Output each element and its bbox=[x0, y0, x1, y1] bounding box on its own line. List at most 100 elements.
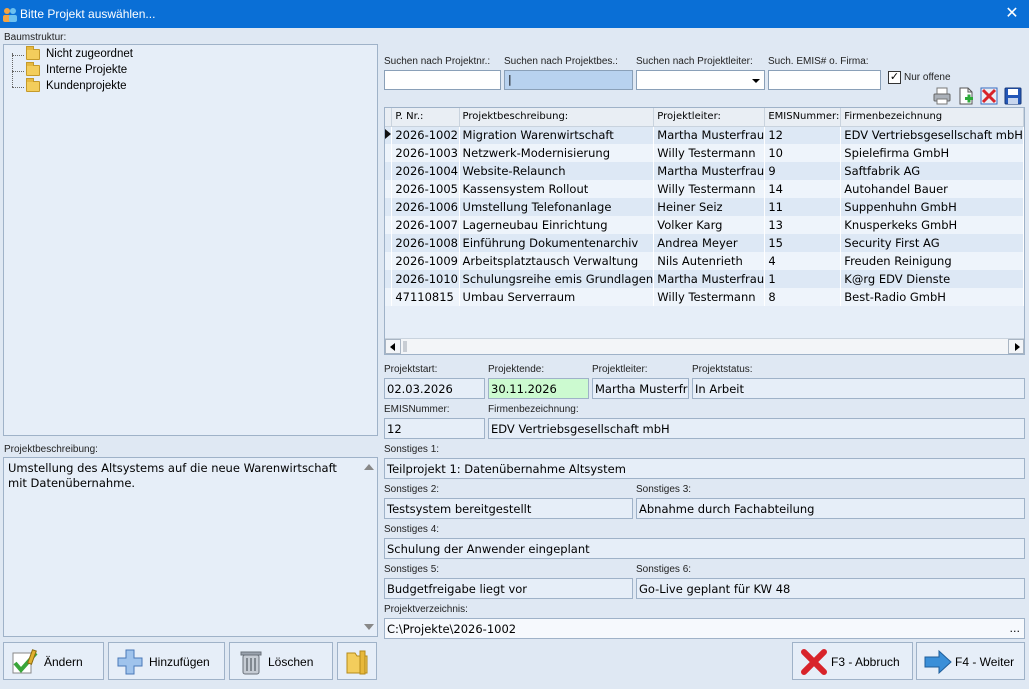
sonstiges5-label: Sonstiges 5: bbox=[384, 564, 440, 575]
projektleiter-field[interactable]: Martha Musterfrau bbox=[592, 378, 689, 399]
row-selector bbox=[385, 180, 393, 198]
projektstart-label: Projektstart: bbox=[384, 364, 438, 375]
sonstiges2-label: Sonstiges 2: bbox=[384, 484, 440, 495]
description-textarea[interactable]: Umstellung des Altsystems auf die neue W… bbox=[3, 457, 378, 637]
print-icon[interactable] bbox=[932, 86, 952, 106]
weiter-button[interactable]: F4 - Weiter bbox=[916, 642, 1025, 680]
projektstart-field[interactable]: 02.03.2026 bbox=[384, 378, 485, 399]
table-row[interactable]: 2026-1008 Einführung Dokumentenarchiv Andr… bbox=[385, 234, 1024, 252]
description-label: Projektbeschreibung: bbox=[4, 444, 98, 455]
projektverzeichnis-label: Projektverzeichnis: bbox=[384, 604, 468, 615]
search-leiter-label: Suchen nach Projektleiter: bbox=[636, 56, 753, 67]
table-row[interactable]: 2026-1006 Umstellung Telefonanlage Heiner … bbox=[385, 198, 1024, 216]
aendern-button[interactable]: Ändern bbox=[3, 642, 104, 680]
search-emis-label: Such. EMIS# o. Firma: bbox=[768, 56, 869, 67]
abbruch-button[interactable]: F3 - Abbruch bbox=[792, 642, 913, 680]
row-selector bbox=[385, 126, 393, 144]
grid-header: P. Nr.: Projektbeschreibung: Projektleit… bbox=[385, 108, 1024, 127]
chevron-down-icon bbox=[752, 79, 760, 83]
folder-icon bbox=[26, 62, 40, 76]
search-nr-input[interactable] bbox=[384, 70, 501, 90]
search-bes-label: Suchen nach Projektbes.: bbox=[504, 56, 618, 67]
save-icon[interactable] bbox=[1003, 86, 1023, 106]
row-pointer-icon bbox=[385, 129, 391, 140]
firma-field[interactable]: EDV Vertriebsgesellschaft mbH bbox=[488, 418, 1025, 439]
emis-label: EMISNummer: bbox=[384, 404, 450, 415]
app-icon bbox=[3, 8, 17, 22]
scroll-left-button[interactable] bbox=[385, 339, 401, 354]
search-emis-input[interactable] bbox=[768, 70, 881, 90]
table-row[interactable]: 2026-1010 Schulungsreihe emis Grundlagen M… bbox=[385, 270, 1024, 288]
column-header-pnr[interactable]: P. Nr.: bbox=[391, 108, 460, 127]
nur-offene-checkbox[interactable]: ✓ bbox=[888, 71, 901, 84]
projektstatus-field[interactable]: In Arbeit bbox=[692, 378, 1025, 399]
folder-button[interactable] bbox=[337, 642, 377, 680]
nur-offene-label: Nur offene bbox=[904, 72, 951, 83]
trash-icon bbox=[240, 651, 262, 675]
row-selector bbox=[385, 216, 393, 234]
table-row[interactable]: 2026-1004 Website-Relaunch Martha Musterfr… bbox=[385, 162, 1024, 180]
emis-field[interactable]: 12 bbox=[384, 418, 485, 439]
sonstiges1-field[interactable]: Teilprojekt 1: Datenübernahme Altsystem bbox=[384, 458, 1025, 479]
folder-icon bbox=[26, 78, 40, 92]
table-row[interactable]: 2026-1003 Netzwerk-Modernisierung Willy Te… bbox=[385, 144, 1024, 162]
table-row[interactable]: 2026-1007 Lagerneubau Einrichtung Volker K… bbox=[385, 216, 1024, 234]
table-row[interactable]: 2026-1005 Kassensystem Rollout Willy Teste… bbox=[385, 180, 1024, 198]
projektverzeichnis-field[interactable]: C:\Projekte\2026-1002 ... bbox=[384, 618, 1025, 639]
folder-open-icon bbox=[346, 650, 368, 675]
grid-corner bbox=[385, 108, 393, 127]
project-grid: P. Nr.: Projektbeschreibung: Projektleit… bbox=[384, 107, 1025, 355]
sonstiges2-field[interactable]: Testsystem bereitgestellt bbox=[384, 498, 633, 519]
arrow-down-icon[interactable] bbox=[364, 624, 374, 630]
column-header-beschreibung[interactable]: Projektbeschreibung: bbox=[459, 108, 655, 127]
projektleiter-label: Projektleiter: bbox=[592, 364, 648, 375]
column-header-leiter[interactable]: Projektleiter: bbox=[653, 108, 766, 127]
vertical-scrollbar[interactable] bbox=[360, 458, 377, 636]
description-text: Umstellung des Altsystems auf die neue W… bbox=[8, 461, 337, 490]
arrow-right-icon bbox=[1015, 343, 1020, 351]
window-title: Bitte Projekt auswählen... bbox=[20, 7, 156, 21]
sonstiges5-field[interactable]: Budgetfreigabe liegt vor bbox=[384, 578, 633, 599]
firma-label: Firmenbezeichnung: bbox=[488, 404, 579, 415]
column-header-firma[interactable]: Firmenbezeichnung bbox=[840, 108, 1024, 127]
table-row[interactable]: 47110815 Umbau Serverraum Willy Testermann… bbox=[385, 288, 1024, 306]
sonstiges3-label: Sonstiges 3: bbox=[636, 484, 692, 495]
edit-check-icon bbox=[12, 649, 38, 674]
new-document-icon[interactable] bbox=[956, 86, 976, 106]
search-leiter-dropdown[interactable] bbox=[636, 70, 765, 90]
row-selector bbox=[385, 288, 393, 306]
folder-icon bbox=[26, 46, 40, 60]
row-selector bbox=[385, 234, 393, 252]
tree-label: Baumstruktur: bbox=[4, 32, 67, 43]
close-icon[interactable]: ✕ bbox=[1001, 3, 1023, 25]
scroll-thumb[interactable] bbox=[403, 341, 407, 352]
delete-icon[interactable] bbox=[979, 86, 999, 106]
arrow-right-icon bbox=[924, 649, 952, 675]
row-selector bbox=[385, 198, 393, 216]
arrow-up-icon[interactable] bbox=[364, 464, 374, 470]
sonstiges4-label: Sonstiges 4: bbox=[384, 524, 440, 535]
projektende-field[interactable]: 30.11.2026 bbox=[488, 378, 589, 399]
hinzufuegen-button[interactable]: Hinzufügen bbox=[108, 642, 225, 680]
table-row[interactable]: 2026-1009 Arbeitsplatztausch Verwaltung Ni… bbox=[385, 252, 1024, 270]
projektverzeichnis-value: C:\Projekte\2026-1002 bbox=[387, 622, 517, 636]
sonstiges6-label: Sonstiges 6: bbox=[636, 564, 692, 575]
projektende-label: Projektende: bbox=[488, 364, 545, 375]
table-row[interactable]: 2026-1002 Migration Warenwirtschaft Martha… bbox=[385, 126, 1024, 144]
search-bes-input[interactable]: | bbox=[504, 70, 633, 90]
row-selector bbox=[385, 162, 393, 180]
scroll-right-button[interactable] bbox=[1008, 339, 1024, 354]
tree-panel: Nicht zugeordnet Interne Projekte Kunden… bbox=[3, 44, 378, 436]
browse-button[interactable]: ... bbox=[1010, 622, 1021, 635]
loeschen-button[interactable]: Löschen bbox=[229, 642, 333, 680]
sonstiges1-label: Sonstiges 1: bbox=[384, 444, 440, 455]
column-header-emis[interactable]: EMISNummer: bbox=[764, 108, 842, 127]
sonstiges6-field[interactable]: Go-Live geplant für KW 48 bbox=[636, 578, 1025, 599]
row-selector bbox=[385, 144, 393, 162]
row-selector bbox=[385, 252, 393, 270]
sonstiges3-field[interactable]: Abnahme durch Fachabteilung bbox=[636, 498, 1025, 519]
horizontal-scrollbar[interactable] bbox=[385, 338, 1024, 354]
sonstiges4-field[interactable]: Schulung der Anwender eingeplant bbox=[384, 538, 1025, 559]
title-bar: Bitte Projekt auswählen... ✕ bbox=[0, 0, 1029, 28]
arrow-left-icon bbox=[390, 343, 395, 351]
